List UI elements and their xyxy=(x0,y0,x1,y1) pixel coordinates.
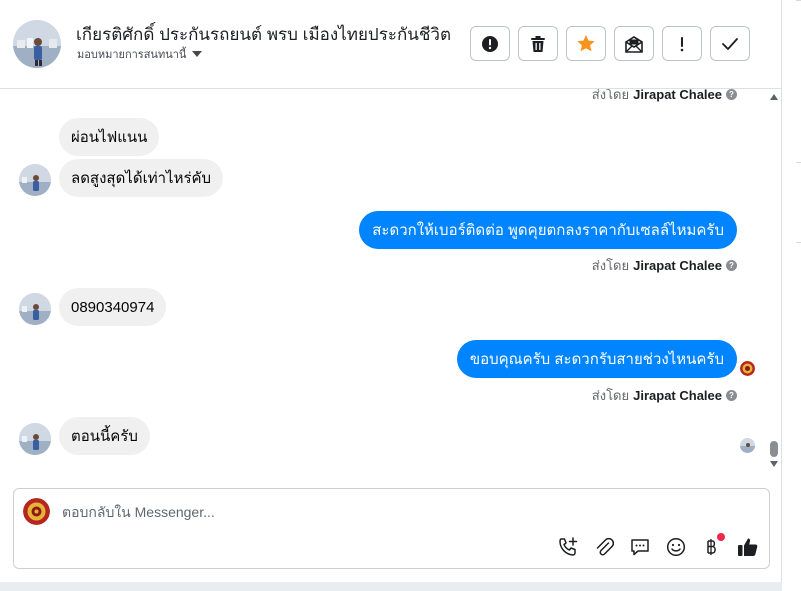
sent-by-prefix: ส่งโดย xyxy=(591,89,630,102)
contact-avatar-seen xyxy=(740,438,755,453)
attach-button[interactable] xyxy=(593,536,615,558)
scroll-thumb[interactable] xyxy=(770,441,778,457)
scroll-up-arrow-icon[interactable] xyxy=(770,94,778,100)
contact-avatar-small xyxy=(19,164,51,196)
saved-replies-button[interactable] xyxy=(629,536,651,558)
assign-label: มอบหมายการสนทนานี้ xyxy=(77,49,187,61)
message-bubble-incoming[interactable]: ผ่อนไฟแนน xyxy=(59,118,160,156)
paperclip-icon xyxy=(596,537,614,556)
message-scrollbar[interactable] xyxy=(766,89,782,479)
message-bubble-outgoing[interactable]: ขอบคุณครับ สะดวกรับสายช่วงไหนครับ xyxy=(456,340,737,378)
scroll-down-arrow-icon[interactable] xyxy=(770,461,778,467)
spam-button[interactable] xyxy=(470,26,510,61)
page-avatar xyxy=(23,498,50,525)
sent-by-agent: Jirapat Chalee xyxy=(633,388,722,403)
call-button[interactable] xyxy=(557,536,579,558)
exclamation-icon xyxy=(680,36,684,51)
message-bubble-incoming[interactable]: 0890340974 xyxy=(59,288,167,326)
page-avatar-seen xyxy=(740,361,755,376)
sent-by-prefix: ส่งโดย xyxy=(591,388,630,403)
envelope-open-icon xyxy=(625,35,643,53)
phone-plus-icon xyxy=(559,537,578,556)
message-bubble-incoming[interactable]: ตอนนี้ครับ xyxy=(59,417,150,455)
contact-avatar-small xyxy=(19,293,51,325)
baht-icon xyxy=(707,539,716,555)
caret-down-icon xyxy=(192,51,203,57)
sent-by-label: ส่งโดย Jirapat Chalee ? xyxy=(592,255,737,276)
message-bubble-incoming[interactable]: ลดสูงสุดได้เท่าไหร่คับ xyxy=(59,159,224,197)
sent-by-label: ส่งโดย Jirapat Chalee ? xyxy=(592,385,737,406)
check-icon xyxy=(722,37,738,50)
conversation-toolbar xyxy=(470,26,750,61)
follow-up-button[interactable] xyxy=(662,26,702,61)
sent-by-prefix: ส่งโดย xyxy=(591,258,630,273)
thumbs-up-icon xyxy=(738,538,758,556)
emoji-icon xyxy=(666,537,686,557)
conversation-header: เกียรติศักดิ์ ประกันรถยนต์ พรบ เมืองไทยป… xyxy=(0,0,782,89)
help-icon[interactable]: ? xyxy=(726,390,737,401)
assign-conversation-dropdown[interactable]: มอบหมายการสนทนานี้ xyxy=(77,45,203,63)
message-bubble-outgoing[interactable]: สะดวกให้เบอร์ติดต่อ พูดคุยตกลงราคากับเซล… xyxy=(359,211,737,249)
sent-by-agent: Jirapat Chalee xyxy=(633,258,722,273)
exclamation-circle-icon xyxy=(482,35,498,52)
like-button[interactable] xyxy=(737,536,759,558)
divider xyxy=(796,0,801,1)
message-thread[interactable]: ส่งโดย Jirapat Chalee ? ผ่อนไฟแนน ลดสูงส… xyxy=(0,89,782,479)
conversation-panel: เกียรติศักดิ์ ประกันรถยนต์ พรบ เมืองไทยป… xyxy=(0,0,782,582)
conversation-title: เกียรติศักดิ์ ประกันรถยนต์ พรบ เมืองไทยป… xyxy=(76,25,452,44)
reply-input[interactable] xyxy=(62,504,742,520)
side-panel-edge xyxy=(782,0,801,591)
composer-toolbar xyxy=(557,533,759,558)
contact-avatar[interactable] xyxy=(13,20,61,68)
divider xyxy=(796,162,801,163)
divider xyxy=(796,242,801,243)
help-icon[interactable]: ? xyxy=(726,89,737,100)
mark-unread-button[interactable] xyxy=(614,26,654,61)
delete-button[interactable] xyxy=(518,26,558,61)
sent-by-agent: Jirapat Chalee xyxy=(633,89,722,102)
contact-avatar-small xyxy=(19,423,51,455)
star-icon xyxy=(577,35,595,52)
help-icon[interactable]: ? xyxy=(726,260,737,271)
reply-composer xyxy=(13,488,770,569)
notification-dot xyxy=(717,533,725,541)
trash-icon xyxy=(531,35,545,52)
saved-reply-icon xyxy=(631,539,649,556)
star-button[interactable] xyxy=(566,26,606,61)
emoji-button[interactable] xyxy=(665,536,687,558)
payment-button[interactable] xyxy=(701,533,725,558)
sent-by-label: ส่งโดย Jirapat Chalee ? xyxy=(592,89,737,105)
mark-done-button[interactable] xyxy=(710,26,750,61)
